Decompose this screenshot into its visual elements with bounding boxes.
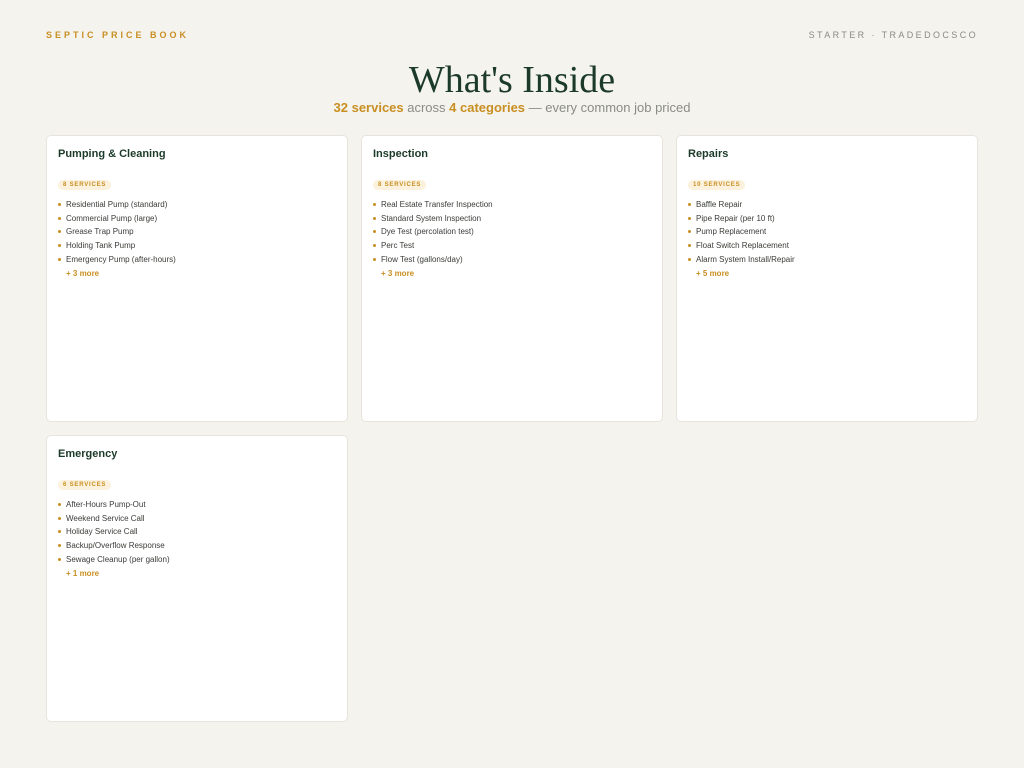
list-item: Holiday Service Call xyxy=(58,525,336,539)
page-title: What's Inside xyxy=(408,59,616,101)
list-item: Pump Replacement xyxy=(688,225,966,239)
service-list: Real Estate Transfer Inspection Standard… xyxy=(373,198,651,267)
services-badge: 8 SERVICES xyxy=(373,180,427,190)
category-card-inspection: Inspection 8 SERVICES Real Estate Transf… xyxy=(361,135,663,422)
service-list: Residential Pump (standard) Commercial P… xyxy=(58,198,336,267)
list-item: Grease Trap Pump xyxy=(58,225,336,239)
list-item: Real Estate Transfer Inspection xyxy=(373,198,651,212)
list-item: Float Switch Replacement xyxy=(688,239,966,253)
service-list: After-Hours Pump-Out Weekend Service Cal… xyxy=(58,498,336,567)
list-item: Flow Test (gallons/day) xyxy=(373,253,651,267)
list-item: Perc Test xyxy=(373,239,651,253)
category-card-pumping: Pumping & Cleaning 8 SERVICES Residentia… xyxy=(46,135,348,422)
more-link: + 3 more xyxy=(381,268,415,278)
card-title: Repairs xyxy=(688,148,729,160)
list-item: Sewage Cleanup (per gallon) xyxy=(58,553,336,567)
list-item: Pipe Repair (per 10 ft) xyxy=(688,212,966,226)
services-badge: 6 SERVICES xyxy=(58,480,112,490)
list-item: After-Hours Pump-Out xyxy=(58,498,336,512)
page-subtitle: 32 services across 4 categories — every … xyxy=(0,100,1024,115)
list-item: Standard System Inspection xyxy=(373,212,651,226)
list-item: Commercial Pump (large) xyxy=(58,212,336,226)
list-item: Backup/Overflow Response xyxy=(58,539,336,553)
category-card-repairs: Repairs 10 SERVICES Baffle Repair Pipe R… xyxy=(676,135,978,422)
list-item: Holding Tank Pump xyxy=(58,239,336,253)
list-item: Weekend Service Call xyxy=(58,512,336,526)
category-grid: Pumping & Cleaning 8 SERVICES Residentia… xyxy=(46,135,978,722)
list-item: Emergency Pump (after-hours) xyxy=(58,253,336,267)
more-link: + 3 more xyxy=(66,268,100,278)
services-badge: 10 SERVICES xyxy=(688,180,746,190)
list-item: Dye Test (percolation test) xyxy=(373,225,651,239)
brand-label: SEPTIC PRICE BOOK xyxy=(46,30,190,40)
more-link: + 5 more xyxy=(696,268,730,278)
category-card-emergency: Emergency 6 SERVICES After-Hours Pump-Ou… xyxy=(46,435,348,722)
more-link: + 1 more xyxy=(66,568,100,578)
services-badge: 8 SERVICES xyxy=(58,180,112,190)
card-title: Inspection xyxy=(373,148,429,160)
list-item: Alarm System Install/Repair xyxy=(688,253,966,267)
service-list: Baffle Repair Pipe Repair (per 10 ft) Pu… xyxy=(688,198,966,267)
card-title: Pumping & Cleaning xyxy=(58,148,166,160)
services-count: 32 services xyxy=(333,100,404,115)
card-title: Emergency xyxy=(58,448,118,460)
list-item: Baffle Repair xyxy=(688,198,966,212)
categories-count: 4 categories xyxy=(449,100,526,115)
subtitle-tagline: — every common job priced xyxy=(525,100,691,115)
page: SEPTIC PRICE BOOK STARTER · TRADEDOCSCO … xyxy=(0,0,1024,768)
subtitle-across: across xyxy=(403,100,450,115)
tier-label: STARTER · TRADEDOCSCO xyxy=(808,30,978,40)
list-item: Residential Pump (standard) xyxy=(58,198,336,212)
